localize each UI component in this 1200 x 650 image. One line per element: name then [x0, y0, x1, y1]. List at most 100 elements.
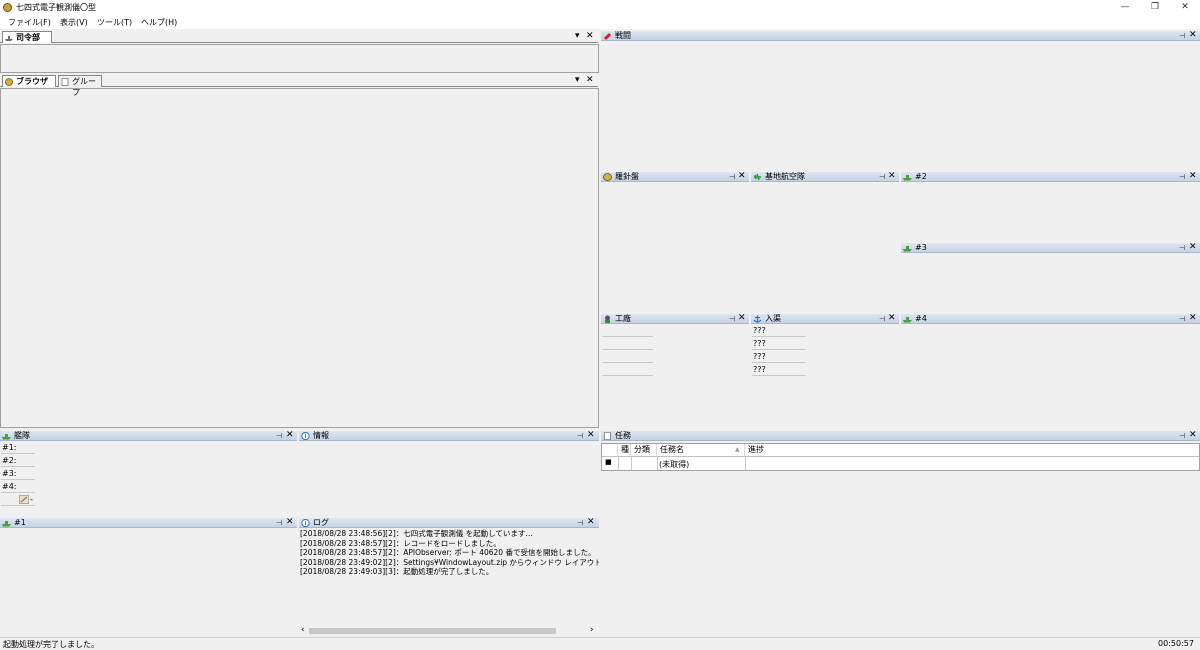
battle-close-button[interactable]: ✕	[1189, 30, 1197, 41]
fleet2-close-button[interactable]: ✕	[1189, 171, 1197, 182]
fleet4-close-button[interactable]: ✕	[1189, 313, 1197, 324]
dock-item: ???	[753, 365, 766, 374]
dock-item: ???	[753, 326, 766, 335]
fleet2-title: #2	[915, 172, 927, 181]
fleet4-pin-icon[interactable]: ⊣	[1179, 314, 1185, 324]
fleet3-close-button[interactable]: ✕	[1189, 242, 1197, 253]
dock-close-button[interactable]: ✕	[888, 313, 896, 324]
ship-icon	[5, 36, 13, 41]
scrollbar-thumb[interactable]	[309, 628, 556, 634]
hq-close-button[interactable]: ✕	[586, 31, 594, 41]
log-line: [2018/08/28 23:49:02][2]：Settings¥Window…	[300, 557, 599, 567]
fleetlist-line	[1, 492, 35, 493]
task-header-divider	[602, 456, 1199, 457]
fleetlist-line	[1, 466, 35, 467]
battle-pin-icon[interactable]: ⊣	[1179, 31, 1185, 41]
fleetlist-item: #2:	[2, 456, 17, 465]
fleet1-pin-icon[interactable]: ⊣	[276, 518, 282, 528]
window-title: 七四式電子観測儀〇型	[16, 3, 96, 12]
compass-close-button[interactable]: ✕	[738, 171, 746, 182]
ship-icon	[903, 317, 912, 323]
dock-item: ???	[753, 352, 766, 361]
compass-title: 羅針盤	[615, 172, 639, 181]
task-col-name-label: 任務名	[660, 445, 684, 454]
log-line: [2018/08/28 23:48:57][2]：APIObserver: ポー…	[300, 548, 596, 558]
dock-item: ???	[753, 339, 766, 348]
fleetlist-close-button[interactable]: ✕	[286, 430, 294, 441]
info-icon	[301, 519, 310, 527]
dock-pin-icon[interactable]: ⊣	[879, 314, 885, 324]
aircraft-icon	[754, 173, 761, 181]
worker-icon	[605, 315, 610, 323]
menu-tools[interactable]: ツール(T)	[97, 17, 132, 28]
log-close-button[interactable]: ✕	[587, 517, 595, 528]
info-title: 情報	[313, 431, 329, 440]
task-col-category[interactable]: 分類	[631, 444, 657, 456]
task-row-checkbox[interactable]: ■	[605, 458, 612, 466]
maximize-button[interactable]: ❐	[1140, 0, 1170, 15]
baseair-close-button[interactable]: ✕	[888, 171, 896, 182]
log-line: [2018/08/28 23:49:03][3]：起動処理が完了しました。	[300, 567, 494, 577]
ship-icon	[2, 521, 11, 527]
battle-header: 戦闘 ⊣ ✕	[601, 30, 1200, 41]
task-col-type[interactable]: 種	[618, 444, 631, 456]
baseair-pin-icon[interactable]: ⊣	[879, 172, 885, 182]
dock-line	[752, 375, 806, 376]
task-table: 種 分類 任務名 ▲ 進捗 ■ (未取得)	[601, 443, 1200, 471]
fleet2-header: #2 ⊣ ✕	[901, 171, 1200, 182]
task-header: 任務 ⊣ ✕	[601, 430, 1200, 441]
fleet2-pin-icon[interactable]: ⊣	[1179, 172, 1185, 182]
menu-help[interactable]: ヘルプ(H)	[141, 17, 177, 28]
arsenal-title: 工廠	[615, 314, 631, 323]
fleet3-header: #3 ⊣ ✕	[901, 242, 1200, 253]
fleetlist-pin-icon[interactable]: ⊣	[276, 431, 282, 441]
task-row-sep	[618, 457, 619, 470]
anchor-icon	[753, 315, 762, 323]
tab-browser[interactable]: ブラウザ	[2, 75, 56, 87]
menu-view[interactable]: 表示(V)	[60, 17, 88, 28]
fleet4-header: #4 ⊣ ✕	[901, 313, 1200, 324]
tab-group[interactable]: グループ	[58, 75, 102, 97]
hq-dropdown-button[interactable]: ▾	[575, 31, 580, 41]
fleetlist-line	[1, 479, 35, 480]
task-close-button[interactable]: ✕	[1189, 430, 1197, 441]
compass-pin-icon[interactable]: ⊣	[729, 172, 735, 182]
scroll-left-icon[interactable]: ‹	[301, 625, 305, 635]
task-col-progress[interactable]: 進捗	[745, 444, 1199, 456]
status-bar: 起動処理が完了しました。 00:50:57	[0, 637, 1200, 650]
tab-hq[interactable]: 司令部	[2, 31, 52, 43]
fleetlist-extra: -	[30, 495, 33, 504]
info-header: 情報 ⊣ ✕	[299, 430, 599, 441]
dock-line	[752, 362, 806, 363]
minimize-button[interactable]: —	[1110, 0, 1140, 15]
task-col-name[interactable]: 任務名 ▲	[657, 444, 745, 456]
app-icon	[3, 3, 12, 12]
menu-file[interactable]: ファイル(F)	[8, 17, 51, 28]
info-close-button[interactable]: ✕	[587, 430, 595, 441]
menu-bar: ファイル(F) 表示(V) ツール(T) ヘルプ(H)	[0, 15, 1200, 29]
log-horizontal-scrollbar[interactable]: ‹ ›	[299, 625, 599, 636]
fleetlist-header: 艦隊 ⊣ ✕	[0, 430, 297, 441]
compass-icon	[603, 173, 612, 181]
task-row-sep	[631, 457, 632, 470]
close-button[interactable]: ✕	[1170, 0, 1200, 15]
fleet1-close-button[interactable]: ✕	[286, 517, 294, 528]
scroll-right-icon[interactable]: ›	[590, 625, 594, 635]
fleet3-pin-icon[interactable]: ⊣	[1179, 243, 1185, 253]
info-pin-icon[interactable]: ⊣	[577, 431, 583, 441]
arsenal-close-button[interactable]: ✕	[738, 313, 746, 324]
dock-header: 入渠 ⊣ ✕	[751, 313, 899, 324]
task-pin-icon[interactable]: ⊣	[1179, 431, 1185, 441]
browser-close-button[interactable]: ✕	[586, 75, 594, 85]
task-title: 任務	[615, 431, 631, 440]
equipment-icon	[19, 495, 29, 504]
log-pin-icon[interactable]: ⊣	[577, 518, 583, 528]
browser-panel	[0, 88, 599, 428]
log-line: [2018/08/28 23:48:57][2]：レコードをロードしました。	[300, 538, 501, 548]
arsenal-pin-icon[interactable]: ⊣	[729, 314, 735, 324]
browser-dropdown-button[interactable]: ▾	[575, 75, 580, 85]
log-line: [2018/08/28 23:48:56][2]：七四式電子観測儀 を起動してい…	[300, 529, 533, 538]
fleetlist-title: 艦隊	[14, 431, 30, 440]
task-col-empty	[602, 444, 618, 456]
document-icon	[604, 432, 611, 440]
